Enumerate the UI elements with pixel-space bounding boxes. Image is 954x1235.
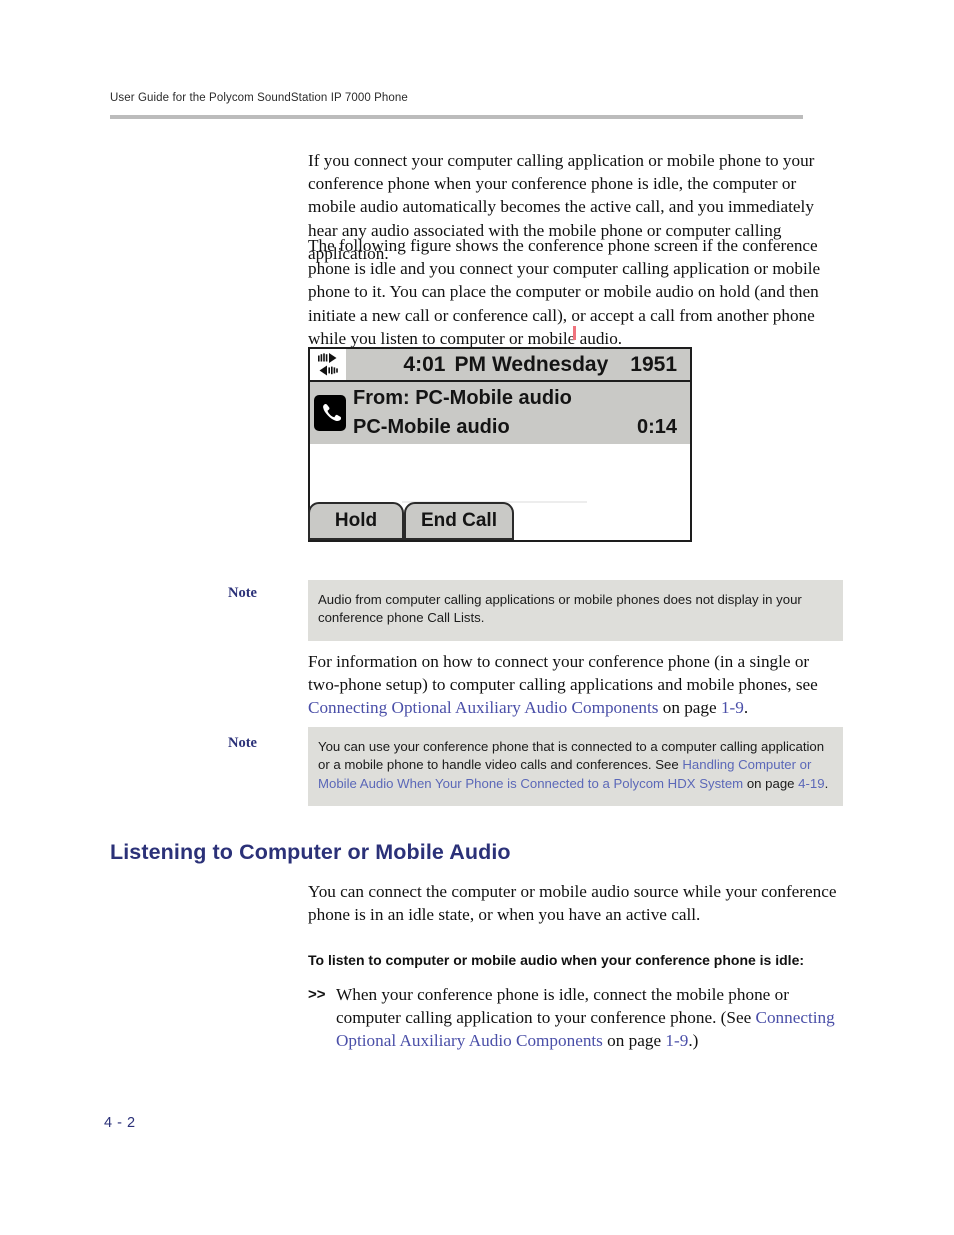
note-text-2: You can use your conference phone that i… [318,738,829,793]
link-page-4-19[interactable]: 4-19 [798,776,824,791]
step-pre: When your conference phone is idle, conn… [336,985,789,1028]
paragraph-3-post: . [743,698,749,718]
note-text-1: Audio from computer calling applications… [318,592,802,626]
paragraph-3: For information on how to connect your c… [308,650,843,720]
note-2-mid: on page [743,775,799,791]
step-mid: on page [602,1031,666,1051]
lcd-extension: 1951 [630,352,677,376]
softkey-hold[interactable]: Hold [308,502,404,540]
procedure-heading: To listen to computer or mobile audio wh… [308,952,805,968]
lcd-call-from-label: From: PC-Mobile audio [353,387,572,409]
paragraph-3-pre: For information on how to connect your c… [308,652,818,695]
lcd-call-from: From: PC-Mobile audio [353,384,677,413]
lcd-time: 4:01 [403,352,446,376]
lcd-call-name-row: PC-Mobile audio 0:14 [353,413,677,442]
header-rule [110,115,803,119]
lcd-status-bar: 4:01 PM Wednesday 1951 [310,349,690,382]
paragraph-4: You can connect the computer or mobile a… [308,882,837,925]
note-2-post: . [824,775,829,791]
step-marker-icon: >> [308,986,326,1003]
handset-icon [314,395,346,431]
lcd-call-text: From: PC-Mobile audio PC-Mobile audio 0:… [346,384,690,442]
page-header: User Guide for the Polycom SoundStation … [110,92,800,104]
softkey-end-call[interactable]: End Call [404,502,514,540]
page-number: 4 - 2 [104,1115,136,1131]
lcd-active-call-row: From: PC-Mobile audio PC-Mobile audio 0:… [310,382,690,444]
lcd-status-text: 4:01 PM Wednesday 1951 [346,353,690,377]
lcd-call-duration: 0:14 [636,416,677,438]
step-post: .) [688,1031,699,1051]
phone-lcd: 4:01 PM Wednesday 1951 From: PC-Mobile a… [308,347,692,542]
step-text: When your conference phone is idle, conn… [336,983,843,1053]
lcd-empty-area [310,444,690,504]
lcd-ampm: PM [454,352,486,376]
paragraph-3-mid: on page [658,698,721,718]
lcd-call-name: PC-Mobile audio [353,416,510,438]
red-tick-mark [573,326,576,340]
note-box-2: You can use your conference phone that i… [308,727,843,807]
lcd-day: Wednesday [491,352,609,376]
section-heading: Listening to Computer or Mobile Audio [110,840,511,864]
note-box-1: Audio from computer calling applications… [308,580,843,641]
link-page-1-9-2[interactable]: 1-9 [665,1031,688,1050]
lcd-softkey-row: Hold End Call [308,498,690,540]
note-label-2: Note [228,735,257,751]
speaker-audio-icon [310,349,346,380]
running-title: User Guide for the Polycom SoundStation … [110,92,408,104]
phone-screen-figure: 4:01 PM Wednesday 1951 From: PC-Mobile a… [308,347,692,542]
procedure-step: >> When your conference phone is idle, c… [308,983,843,1053]
note-label-1: Note [228,585,257,601]
link-page-1-9[interactable]: 1-9 [721,698,744,717]
link-connecting-optional-auxiliary-audio-components[interactable]: Connecting Optional Auxiliary Audio Comp… [308,698,658,717]
